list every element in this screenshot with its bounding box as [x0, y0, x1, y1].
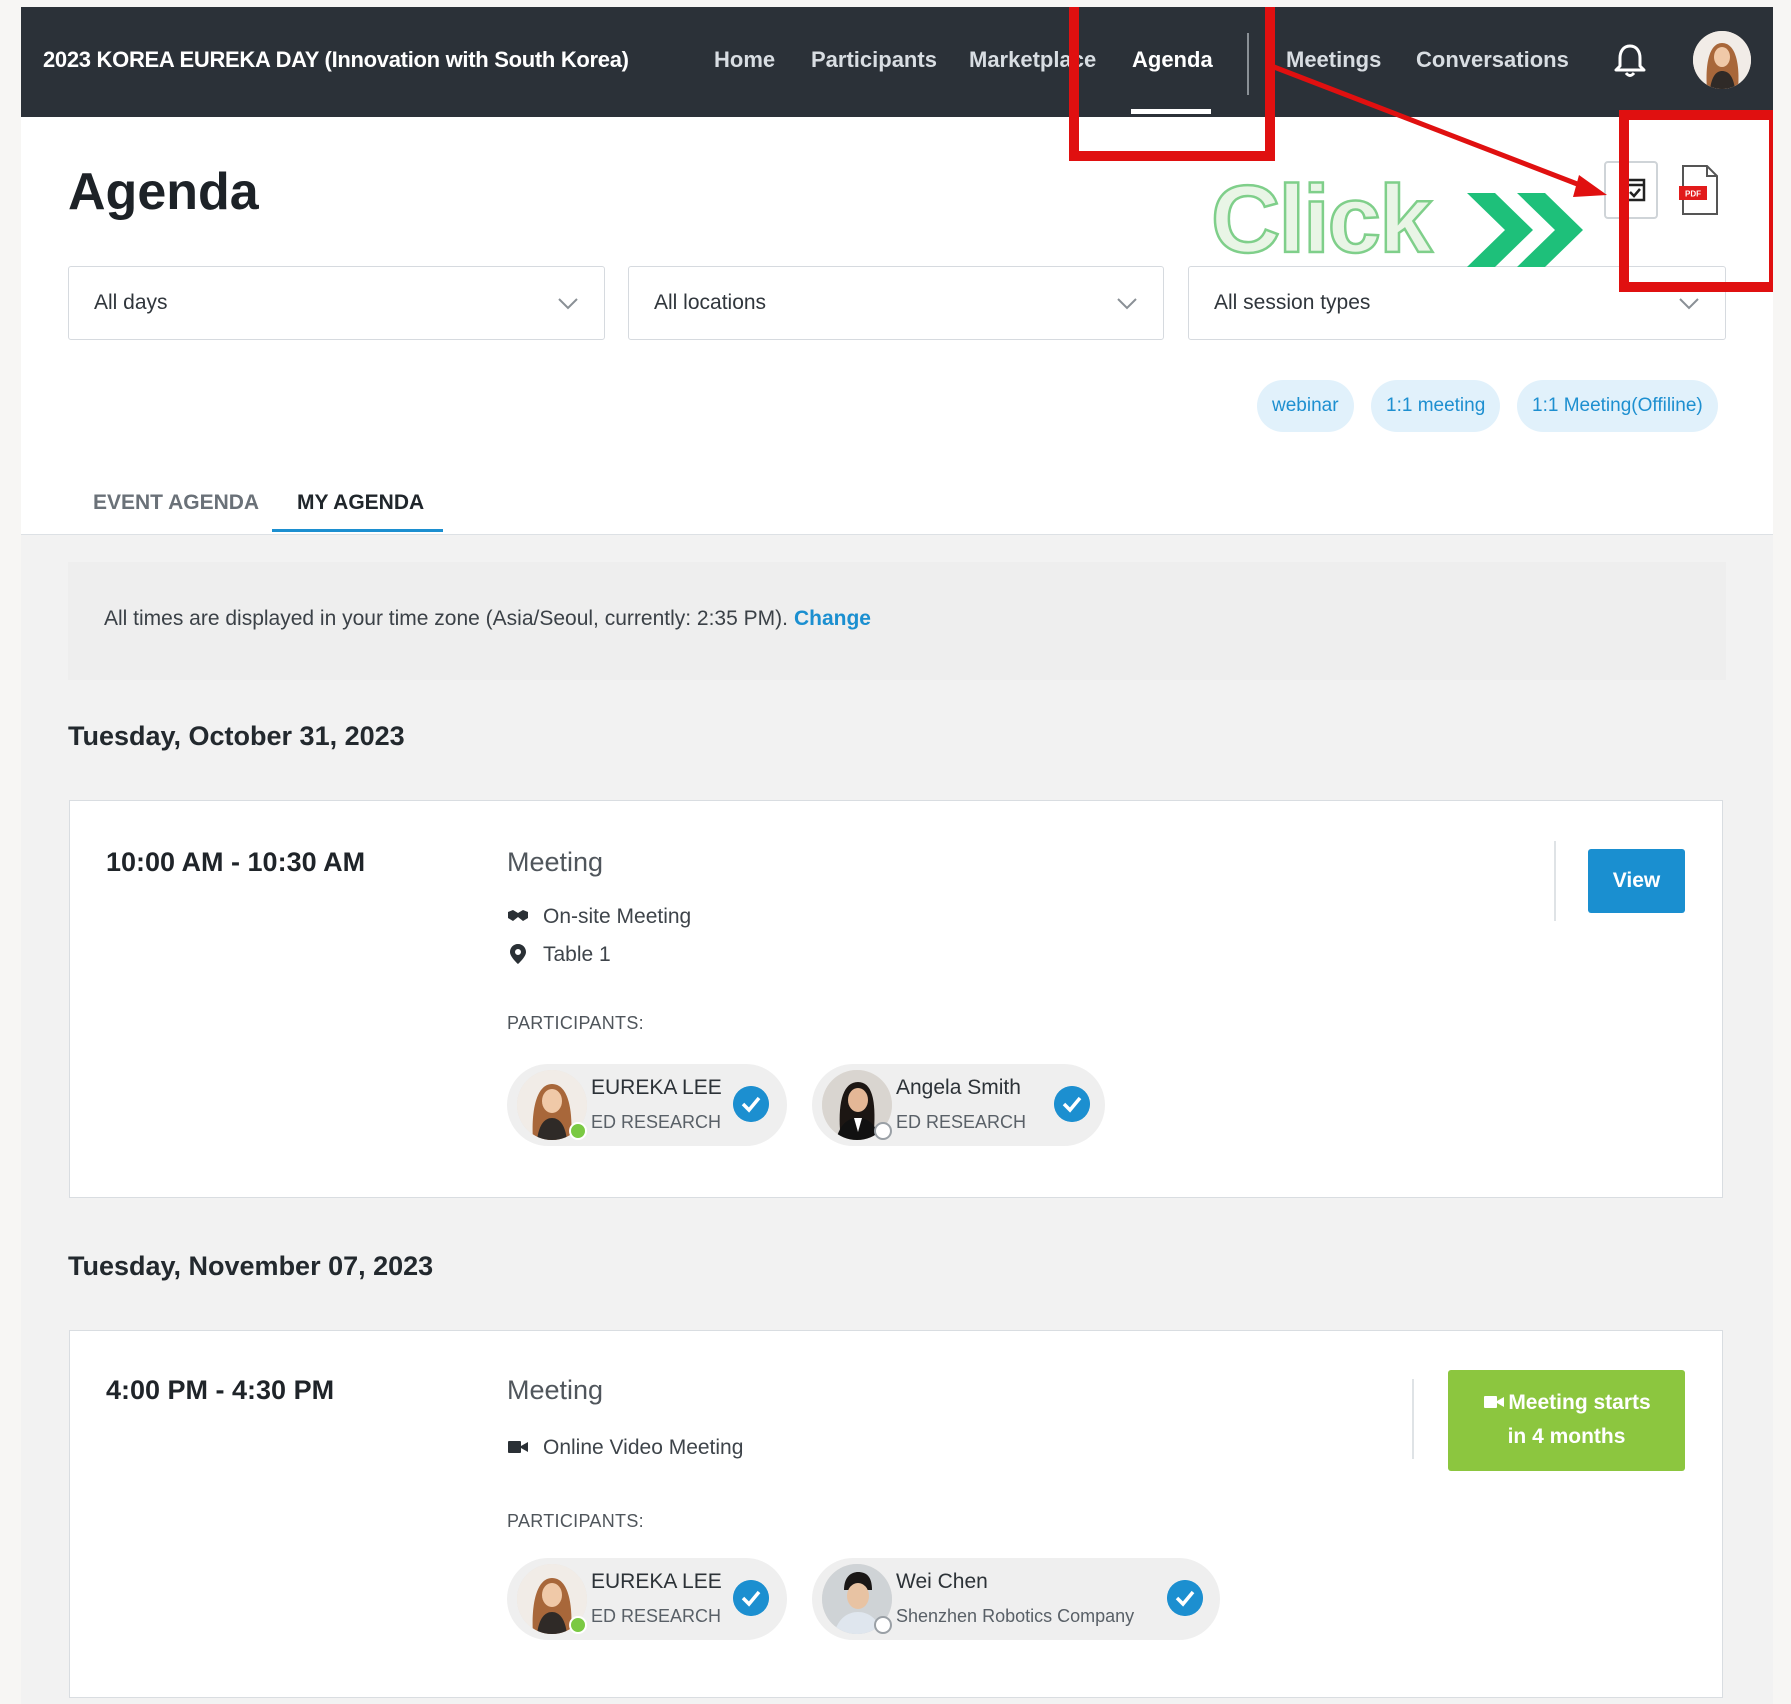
chevron-down-icon — [558, 298, 578, 310]
active-tab-indicator — [272, 529, 443, 532]
confirmed-check-icon — [733, 1580, 769, 1616]
agenda-header: Agenda PDF All days All locations All se… — [21, 117, 1773, 535]
meeting-time: 4:00 PM - 4:30 PM — [106, 1375, 335, 1405]
participants-label: PARTICIPANTS: — [507, 1013, 644, 1033]
nav-agenda[interactable]: Agenda — [1132, 47, 1213, 73]
participant-name: Angela Smith — [896, 1076, 1021, 1099]
meeting-type: Online Video Meeting — [543, 1436, 744, 1459]
nav-meetings[interactable]: Meetings — [1286, 47, 1381, 73]
days-filter-select[interactable]: All days — [68, 266, 605, 340]
nav-conversations[interactable]: Conversations — [1416, 47, 1569, 73]
video-camera-icon — [1484, 1396, 1505, 1408]
meeting-card: 10:00 AM - 10:30 AM Meeting On-site Meet… — [69, 800, 1723, 1198]
active-nav-indicator — [1131, 109, 1211, 114]
join-meeting-line-1: Meeting starts — [1448, 1386, 1685, 1420]
meeting-type: On-site Meeting — [543, 905, 692, 928]
meeting-title: Meeting — [507, 1375, 604, 1405]
participant-company: ED RESEARCH — [591, 1606, 722, 1626]
session-types-filter-value: All session types — [1214, 291, 1371, 314]
meeting-type-row: Online Video Meeting — [507, 1436, 743, 1460]
tag-webinar[interactable]: webinar — [1257, 380, 1354, 432]
participant-company: ED RESEARCH — [591, 1112, 722, 1132]
meeting-location: Table 1 — [543, 943, 611, 966]
change-timezone-link[interactable]: Change — [794, 607, 871, 630]
nav-marketplace[interactable]: Marketplace — [969, 47, 1096, 73]
participants-label: PARTICIPANTS: — [507, 1511, 644, 1531]
confirmed-check-icon — [1167, 1580, 1203, 1616]
video-camera-icon — [508, 1441, 528, 1453]
participant-chip[interactable]: Wei Chen Shenzhen Robotics Company — [812, 1558, 1220, 1640]
tag-1-1-meeting[interactable]: 1:1 meeting — [1371, 380, 1501, 432]
locations-filter-value: All locations — [654, 291, 767, 314]
participant-company: Shenzhen Robotics Company — [896, 1606, 1135, 1626]
meeting-time: 10:00 AM - 10:30 AM — [106, 847, 366, 877]
nav-participants[interactable]: Participants — [811, 47, 937, 73]
confirmed-check-icon — [1054, 1086, 1090, 1122]
chevron-down-icon — [1117, 298, 1137, 310]
participant-chip[interactable]: EUREKA LEE ED RESEARCH — [507, 1064, 787, 1146]
participant-company: ED RESEARCH — [896, 1112, 1027, 1132]
action-divider — [1554, 841, 1556, 921]
agenda-page: 2023 KOREA EUREKA DAY (Innovation with S… — [21, 7, 1773, 1704]
timezone-message: All times are displayed in your time zon… — [104, 607, 788, 630]
offline-status-dot — [874, 1616, 892, 1634]
meeting-location-row: Table 1 — [507, 943, 611, 967]
join-meeting-button[interactable]: Meeting starts in 4 months — [1448, 1370, 1685, 1471]
action-divider — [1412, 1379, 1414, 1459]
chevron-down-icon — [1679, 298, 1699, 310]
confirmed-check-icon — [733, 1086, 769, 1122]
participant-name: EUREKA LEE — [591, 1570, 722, 1593]
participant-name: EUREKA LEE — [591, 1076, 722, 1099]
participant-name: Wei Chen — [896, 1570, 988, 1593]
top-navigation-bar: 2023 KOREA EUREKA DAY (Innovation with S… — [21, 7, 1773, 117]
meeting-title: Meeting — [507, 847, 604, 877]
meeting-starts-label: Meeting starts — [1508, 1391, 1651, 1414]
day-heading: Tuesday, October 31, 2023 — [68, 721, 405, 751]
user-avatar[interactable] — [1693, 31, 1751, 89]
day-heading: Tuesday, November 07, 2023 — [68, 1251, 434, 1281]
nav-home[interactable]: Home — [714, 47, 775, 73]
timezone-notice: All times are displayed in your time zon… — [68, 562, 1726, 680]
tab-my-agenda[interactable]: MY AGENDA — [297, 491, 424, 515]
bell-icon[interactable] — [1610, 41, 1650, 81]
event-title[interactable]: 2023 KOREA EUREKA DAY (Innovation with S… — [43, 47, 629, 73]
days-filter-value: All days — [94, 291, 168, 314]
click-annotation-text: Click — [1210, 166, 1434, 273]
view-meeting-button[interactable]: View — [1588, 849, 1685, 913]
participant-chip[interactable]: Angela Smith ED RESEARCH — [812, 1064, 1105, 1146]
meeting-card: 4:00 PM - 4:30 PM Meeting Online Video M… — [69, 1330, 1723, 1698]
tab-event-agenda[interactable]: EVENT AGENDA — [93, 491, 259, 515]
timezone-text: All times are displayed in your time zon… — [104, 607, 871, 631]
session-types-filter-select[interactable]: All session types — [1188, 266, 1726, 340]
map-pin-icon — [510, 944, 526, 964]
add-to-calendar-button[interactable] — [1603, 160, 1659, 220]
add-to-calendar-icon — [1604, 161, 1658, 219]
pdf-icon: PDF — [1679, 165, 1718, 215]
svg-text:PDF: PDF — [1685, 190, 1701, 199]
nav-divider — [1247, 33, 1249, 95]
offline-status-dot — [874, 1122, 892, 1140]
tag-1-1-meeting-offline[interactable]: 1:1 Meeting(Offiline) — [1517, 380, 1718, 432]
online-status-dot — [569, 1122, 587, 1140]
participant-chip[interactable]: EUREKA LEE ED RESEARCH — [507, 1558, 787, 1640]
locations-filter-select[interactable]: All locations — [628, 266, 1164, 340]
handshake-icon — [508, 910, 528, 921]
join-meeting-line-2: in 4 months — [1507, 1425, 1626, 1448]
download-pdf-button[interactable]: PDF — [1671, 160, 1727, 220]
page-title: Agenda — [68, 163, 259, 221]
agenda-tabs: EVENT AGENDA MY AGENDA — [21, 477, 1773, 534]
online-status-dot — [569, 1616, 587, 1634]
meeting-type-row: On-site Meeting — [507, 905, 691, 929]
